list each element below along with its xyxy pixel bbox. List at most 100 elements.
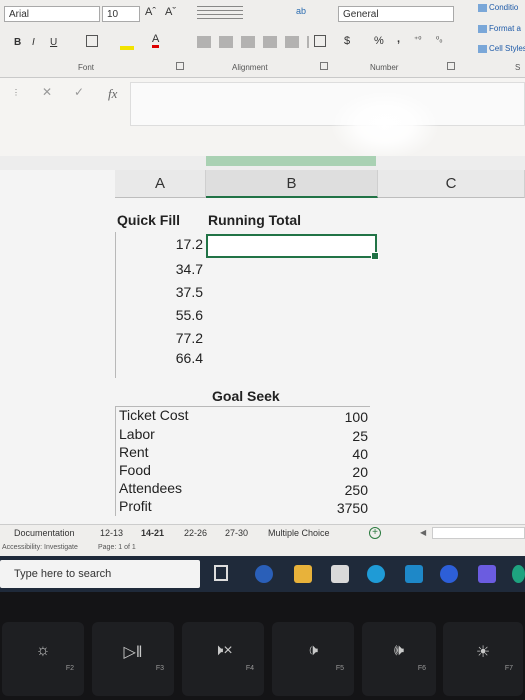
quick-fill-header[interactable]: Quick Fill <box>117 212 180 228</box>
bold-button[interactable]: B <box>14 37 21 48</box>
font-name-value: Arial <box>9 9 30 20</box>
cell-styles-button[interactable]: Cell Styles <box>478 44 525 53</box>
taskbar: Type here to search <box>0 556 525 592</box>
f7-key: ☀ F7 <box>443 622 523 696</box>
shrink-font-button[interactable]: Aˇ <box>165 6 176 18</box>
column-header-b[interactable]: B <box>206 170 378 198</box>
active-cell-b2[interactable] <box>206 234 379 260</box>
merge-center-icon[interactable] <box>314 35 326 47</box>
mail-icon[interactable] <box>405 565 423 583</box>
formula-bar: ⋮ ✕ ✓ fx <box>0 78 525 156</box>
goal-label[interactable]: Profit <box>119 498 152 514</box>
number-format-select[interactable]: General <box>338 6 454 22</box>
f3-key: ▷‖ F3 <box>92 622 174 696</box>
alignment-dialog-launcher[interactable] <box>320 62 328 70</box>
accessibility-status[interactable]: Accessibility: Investigate <box>2 544 78 551</box>
conditional-formatting-label: Conditio <box>489 3 519 12</box>
grow-font-button[interactable]: Aˆ <box>145 6 156 18</box>
edge-icon[interactable] <box>367 565 385 583</box>
tab-multiple-choice[interactable]: Multiple Choice <box>268 528 330 538</box>
goal-value[interactable]: 40 <box>300 446 368 462</box>
currency-button[interactable]: $ <box>344 35 350 47</box>
format-as-table-label: Format a <box>489 24 522 33</box>
app-icon[interactable] <box>478 565 496 583</box>
f5-label: F5 <box>335 665 344 672</box>
worksheet-grid[interactable]: A B C Quick Fill Running Total 17.2 34.7… <box>0 156 525 524</box>
goal-label[interactable]: Food <box>119 462 151 478</box>
running-total-header[interactable]: Running Total <box>208 212 301 228</box>
align-top-icon[interactable] <box>197 6 243 20</box>
quick-fill-value[interactable]: 66.4 <box>115 350 203 366</box>
store-icon[interactable] <box>331 565 349 583</box>
tab-22-26[interactable]: 22-26 <box>184 528 207 538</box>
increase-decimal-button[interactable]: ⁺⁰ <box>414 35 421 44</box>
volume-down-icon: 🕩 <box>307 642 319 659</box>
percent-button[interactable]: % <box>374 35 384 47</box>
font-name-select[interactable]: Arial <box>4 6 100 22</box>
brightness-icon: ☼ <box>35 642 51 659</box>
f6-label: F6 <box>417 665 426 672</box>
tab-14-21[interactable]: 14-21 <box>141 528 164 538</box>
f5-key: 🕩 F5 <box>272 622 354 696</box>
goal-value[interactable]: 25 <box>300 428 368 444</box>
scroll-left-icon[interactable]: ◀ <box>420 528 426 537</box>
laptop-keyboard: ☼ F2 ▷‖ F3 🕨× F4 🕩 F5 🕪 F6 ☀ F7 <box>0 592 525 700</box>
conditional-formatting-icon <box>478 3 487 12</box>
font-size-select[interactable]: 10 <box>102 6 140 22</box>
tab-12-13[interactable]: 12-13 <box>100 528 123 538</box>
tab-27-30[interactable]: 27-30 <box>225 528 248 538</box>
decrease-decimal-button[interactable]: ⁰₀ <box>436 35 443 44</box>
quick-fill-value[interactable]: 17.2 <box>115 236 203 252</box>
column-header-a[interactable]: A <box>115 170 206 198</box>
goal-label[interactable]: Labor <box>119 426 155 442</box>
fill-color-icon[interactable] <box>120 46 134 50</box>
taskbar-search[interactable]: Type here to search <box>0 560 200 588</box>
goal-seek-header[interactable]: Goal Seek <box>212 388 280 404</box>
cancel-icon[interactable]: ✕ <box>42 85 52 99</box>
quick-fill-value[interactable]: 34.7 <box>115 261 203 277</box>
play-pause-icon: ▷‖ <box>123 644 143 661</box>
horizontal-scrollbar[interactable] <box>432 527 525 539</box>
font-color-button[interactable]: A <box>152 34 160 48</box>
underline-button[interactable]: U <box>50 37 57 48</box>
formula-input[interactable] <box>130 82 525 126</box>
enter-icon[interactable]: ✓ <box>74 85 84 99</box>
add-sheet-icon[interactable]: + <box>369 527 381 539</box>
quick-fill-value[interactable]: 77.2 <box>115 330 203 346</box>
goal-value[interactable]: 250 <box>300 482 368 498</box>
quick-fill-value[interactable]: 37.5 <box>115 284 203 300</box>
goal-label[interactable]: Ticket Cost <box>119 407 189 423</box>
goal-value[interactable]: 100 <box>300 409 368 425</box>
font-size-value: 10 <box>107 9 119 20</box>
goal-label[interactable]: Rent <box>119 444 149 460</box>
f4-label: F4 <box>245 665 254 672</box>
goal-value[interactable]: 20 <box>300 464 368 480</box>
number-dialog-launcher[interactable] <box>447 62 455 70</box>
alignment-group-label: Alignment <box>232 63 268 72</box>
mute-icon: 🕨× <box>213 642 233 659</box>
volume-up-icon: 🕪 <box>393 642 405 659</box>
format-as-table-button[interactable]: Format a <box>478 24 521 33</box>
zoom-icon[interactable] <box>440 565 458 583</box>
insert-function-button[interactable]: fx <box>108 86 117 102</box>
wrap-text-icon[interactable]: ab <box>296 6 306 16</box>
quick-fill-value[interactable]: 55.6 <box>115 307 203 323</box>
keyboard-light-icon: ☀ <box>475 644 491 661</box>
task-view-icon[interactable] <box>214 565 228 581</box>
borders-icon[interactable] <box>86 35 98 47</box>
file-explorer-icon[interactable] <box>294 565 312 583</box>
f4-key: 🕨× F4 <box>182 622 264 696</box>
chrome-icon[interactable] <box>512 565 525 583</box>
cortana-icon[interactable] <box>255 565 273 583</box>
italic-button[interactable]: I <box>32 37 35 48</box>
column-header-c[interactable]: C <box>378 170 525 198</box>
comma-button[interactable]: , <box>397 33 400 45</box>
goal-value[interactable]: 3750 <box>300 500 368 516</box>
tab-documentation[interactable]: Documentation <box>14 528 75 538</box>
font-dialog-launcher[interactable] <box>176 62 184 70</box>
name-box-dropdown-icon[interactable]: ⋮ <box>12 88 20 97</box>
conditional-formatting-button[interactable]: Conditio <box>478 3 518 12</box>
alignment-buttons-icon[interactable] <box>197 36 309 48</box>
number-format-value: General <box>343 9 379 20</box>
goal-label[interactable]: Attendees <box>119 480 182 496</box>
